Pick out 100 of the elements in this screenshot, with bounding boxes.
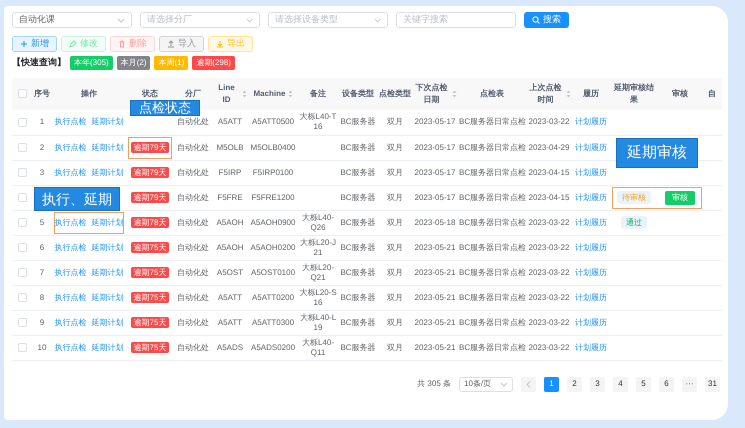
row-checkbox[interactable] bbox=[18, 218, 26, 227]
history-link[interactable]: 计划履历 bbox=[575, 192, 607, 202]
postpone-link[interactable]: 延期计划 bbox=[92, 268, 124, 276]
postpone-link[interactable]: 延期计划 bbox=[92, 342, 124, 352]
row-number: 7 bbox=[40, 268, 44, 276]
execute-link[interactable]: 执行点检 bbox=[54, 168, 86, 176]
filter-select[interactable]: 请选择设备类型 bbox=[268, 12, 388, 28]
table-cell: 双月 bbox=[387, 268, 403, 276]
table-cell: 双月 bbox=[387, 318, 403, 326]
page-button[interactable]: 6 bbox=[659, 376, 674, 392]
upload-icon bbox=[167, 40, 175, 48]
table-cell: 大栎L40-L19 bbox=[300, 312, 336, 332]
row-checkbox[interactable] bbox=[18, 242, 26, 252]
table-cell: 2023-04-15 bbox=[528, 192, 570, 202]
filter-tag[interactable]: 本年(305) bbox=[70, 56, 113, 70]
review-button[interactable]: 审核 bbox=[665, 190, 695, 204]
table-cell: BC服务器 bbox=[340, 168, 376, 176]
plus-icon bbox=[20, 40, 28, 48]
page-button[interactable]: 1 bbox=[544, 376, 559, 392]
search-button[interactable]: 搜索 bbox=[524, 12, 569, 28]
callout-label: 执行、延期 bbox=[34, 187, 120, 211]
postpone-link[interactable]: 延期计划 bbox=[92, 168, 124, 176]
history-link[interactable]: 计划履历 bbox=[575, 292, 607, 302]
page-button[interactable]: 3 bbox=[590, 376, 605, 392]
table-cell: 2023-05-21 bbox=[414, 292, 456, 302]
postpone-link[interactable]: 延期计划 bbox=[92, 117, 124, 126]
table-cell: 2023-05-17 bbox=[414, 142, 456, 152]
column-header: 下次点检日期 bbox=[414, 82, 448, 106]
execute-link[interactable]: 执行点检 bbox=[54, 292, 86, 302]
row-checkbox[interactable] bbox=[18, 292, 26, 302]
table-cell: A5ADS0200 bbox=[250, 342, 296, 352]
table-cell: BC服务器日常点检 bbox=[459, 318, 526, 326]
execute-link[interactable]: 执行点检 bbox=[54, 242, 86, 252]
overdue-badge: 逾期75天 bbox=[130, 316, 170, 328]
search-icon bbox=[532, 16, 540, 24]
postpone-link[interactable]: 延期计划 bbox=[92, 142, 124, 152]
history-link[interactable]: 计划履历 bbox=[575, 218, 607, 226]
caret-icon bbox=[374, 18, 381, 22]
prev-page-button[interactable] bbox=[521, 376, 536, 392]
table-cell: 双月 bbox=[387, 168, 403, 176]
table-cell: 自动化处 bbox=[177, 168, 209, 176]
table-cell: 2023-04-15 bbox=[528, 168, 570, 176]
execute-link[interactable]: 执行点检 bbox=[54, 218, 86, 226]
table-cell: 双月 bbox=[387, 117, 403, 126]
history-link[interactable]: 计划履历 bbox=[575, 318, 607, 326]
table-cell: 2023-05-17 bbox=[414, 192, 456, 202]
execute-link[interactable]: 执行点检 bbox=[54, 142, 86, 152]
filter-tag[interactable]: 本月(2) bbox=[116, 56, 150, 70]
row-checkbox[interactable] bbox=[18, 142, 26, 152]
table-cell: BC服务器 bbox=[340, 142, 376, 152]
table-cell: BC服务器日常点检 bbox=[459, 168, 526, 176]
filter-select[interactable]: 请选择分厂 bbox=[140, 12, 260, 28]
table-cell: 自动化处 bbox=[177, 242, 209, 252]
page-button[interactable]: 5 bbox=[636, 376, 651, 392]
row-checkbox[interactable] bbox=[18, 168, 26, 177]
add-button[interactable]: 新增 bbox=[12, 36, 57, 52]
row-checkbox[interactable] bbox=[18, 318, 26, 327]
row-checkbox[interactable] bbox=[18, 268, 26, 277]
execute-link[interactable]: 执行点检 bbox=[54, 268, 86, 276]
execute-link[interactable]: 执行点检 bbox=[54, 117, 86, 126]
factory-select[interactable]: 自动化课 bbox=[12, 12, 132, 28]
import-button[interactable]: 导入 bbox=[159, 36, 204, 52]
page-button[interactable]: 31 bbox=[705, 376, 720, 392]
filter-tag[interactable]: 逾期(298) bbox=[192, 56, 235, 70]
table-cell: A5AOH0900 bbox=[250, 218, 296, 226]
table-cell: BC服务器日常点检 bbox=[459, 242, 526, 252]
table-cell: BC服务器 bbox=[340, 292, 376, 302]
history-link[interactable]: 计划履历 bbox=[575, 168, 607, 176]
page-button[interactable]: ··· bbox=[682, 376, 697, 392]
row-checkbox[interactable] bbox=[18, 342, 26, 352]
row-checkbox[interactable] bbox=[18, 118, 26, 127]
column-header: 操作 bbox=[81, 88, 97, 100]
page-button[interactable]: 4 bbox=[613, 376, 628, 392]
execute-link[interactable]: 执行点检 bbox=[54, 342, 86, 352]
execute-link[interactable]: 执行点检 bbox=[54, 318, 86, 326]
history-link[interactable]: 计划履历 bbox=[575, 268, 607, 276]
history-link[interactable]: 计划履历 bbox=[575, 117, 607, 126]
table-cell: A5AOH0200 bbox=[250, 242, 296, 252]
sort-icon[interactable] bbox=[288, 90, 292, 98]
page-size-select[interactable]: 10条/页 bbox=[459, 376, 513, 392]
postpone-link[interactable]: 延期计划 bbox=[92, 292, 124, 302]
page-button[interactable]: 2 bbox=[567, 376, 582, 392]
search-field[interactable]: 关键字搜索 bbox=[396, 12, 516, 28]
filter-tag[interactable]: 本周(1) bbox=[154, 56, 188, 70]
postpone-link[interactable]: 延期计划 bbox=[92, 318, 124, 326]
select-all-checkbox[interactable] bbox=[18, 89, 26, 98]
row-checkbox[interactable] bbox=[18, 192, 26, 202]
overdue-badge: 逾期79天 bbox=[130, 192, 170, 202]
table-cell: 自动化处 bbox=[177, 318, 209, 326]
history-link[interactable]: 计划履历 bbox=[575, 242, 607, 252]
postpone-link[interactable]: 延期计划 bbox=[92, 242, 124, 252]
table-cell: 自动化处 bbox=[177, 218, 209, 226]
history-link[interactable]: 计划履历 bbox=[575, 142, 607, 152]
history-link[interactable]: 计划履历 bbox=[575, 342, 607, 352]
table-cell: 2023-05-17 bbox=[414, 168, 456, 176]
table-cell: 2023-03-22 bbox=[528, 242, 570, 252]
postpone-link[interactable]: 延期计划 bbox=[92, 218, 124, 226]
download-icon bbox=[216, 40, 224, 48]
table-cell: A5ADS bbox=[216, 342, 244, 352]
table-cell: 自动化处 bbox=[177, 117, 209, 126]
